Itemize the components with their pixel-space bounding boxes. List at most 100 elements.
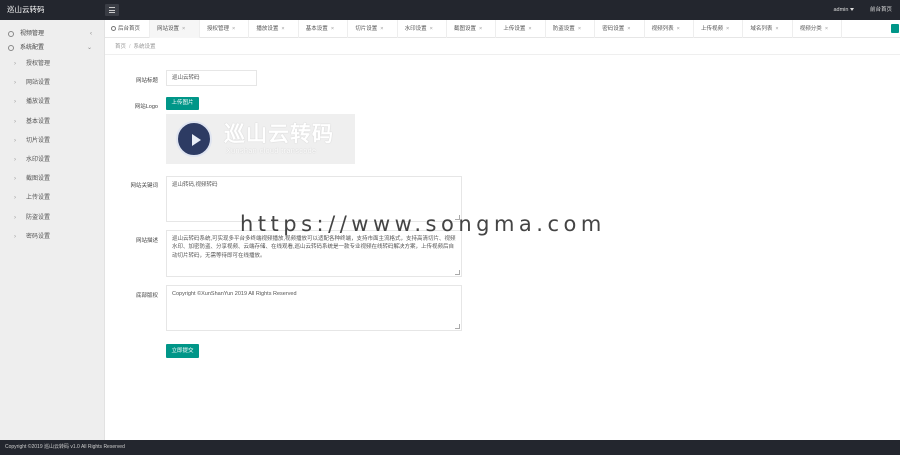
tab-label: 防盗设置 bbox=[552, 26, 575, 32]
description-textarea[interactable]: 巡山云转码系统,可实现多平台多终端视频播放,视频播放可以适配各种终端，支持市面主… bbox=[166, 230, 462, 277]
site-title-input[interactable]: 巡山云转码 bbox=[166, 70, 257, 86]
tab-domain-list[interactable]: 域名列表 × bbox=[743, 20, 793, 38]
description-label: 网站描述 bbox=[135, 238, 158, 244]
tab-auth[interactable]: 授权管理 × bbox=[200, 20, 250, 38]
keywords-label: 网站关键词 bbox=[130, 183, 158, 189]
chevron-right-icon: › bbox=[14, 99, 16, 106]
sidebar-item[interactable]: › 上传设置 bbox=[0, 189, 104, 208]
sidebar-item[interactable]: › 播放设置 bbox=[0, 93, 104, 112]
tab-home[interactable]: 后台首页 bbox=[105, 20, 150, 38]
close-icon[interactable]: × bbox=[182, 26, 185, 32]
close-icon[interactable]: × bbox=[430, 26, 433, 32]
play-icon bbox=[192, 134, 201, 146]
upload-image-button[interactable]: 上传图片 bbox=[166, 97, 199, 110]
tab-upload-video[interactable]: 上传视频 × bbox=[694, 20, 744, 38]
sidebar-item[interactable]: › 截图设置 bbox=[0, 170, 104, 189]
header-right: admin 前台首页 bbox=[833, 0, 892, 20]
breadcrumb: 首页 / 系统设置 bbox=[105, 39, 900, 55]
menu-toggle-button[interactable] bbox=[105, 4, 119, 16]
sidebar-item[interactable]: › 切片设置 bbox=[0, 132, 104, 151]
tab-label: 切片设置 bbox=[355, 26, 378, 32]
sidebar-group-label: 系统配置 bbox=[20, 45, 45, 51]
sidebar-group-video[interactable]: 视频管理 ‹ bbox=[0, 27, 104, 41]
app-logo[interactable]: 巡山云转码 bbox=[0, 0, 105, 20]
chevron-right-icon: › bbox=[14, 214, 16, 221]
tab-label: 水印设置 bbox=[404, 26, 427, 32]
site-title-label: 网站标题 bbox=[135, 78, 158, 84]
tab-bar: 后台首页 网站设置 × 授权管理 × 播放设置 × 基本设置 × 切片设置 × 水印设置 ×… bbox=[105, 20, 900, 38]
hamburger-icon bbox=[109, 12, 115, 13]
tab-video-category[interactable]: 视频分类 × bbox=[793, 20, 843, 38]
tab-label: 上传设置 bbox=[503, 26, 526, 32]
close-icon[interactable]: × bbox=[825, 26, 828, 32]
tab-label: 视频分类 bbox=[799, 26, 822, 32]
logo-emblem bbox=[176, 121, 212, 157]
tab-basic[interactable]: 基本设置 × bbox=[299, 20, 349, 38]
sidebar-item[interactable]: › 防盗设置 bbox=[0, 209, 104, 228]
tab-player[interactable]: 播放设置 × bbox=[249, 20, 299, 38]
close-icon[interactable]: × bbox=[232, 26, 235, 32]
tab-label: 授权管理 bbox=[207, 26, 230, 32]
close-icon[interactable]: × bbox=[479, 26, 482, 32]
sidebar-item[interactable]: › 网站设置 bbox=[0, 74, 104, 93]
sidebar-item[interactable]: › 授权管理 bbox=[0, 55, 104, 74]
hamburger-icon bbox=[109, 7, 115, 8]
close-icon[interactable]: × bbox=[775, 26, 778, 32]
close-icon[interactable]: × bbox=[627, 26, 630, 32]
gear-icon bbox=[8, 45, 14, 51]
breadcrumb-separator: / bbox=[129, 44, 131, 50]
tab-site-settings[interactable]: 网站设置 × bbox=[150, 20, 200, 38]
sidebar-item[interactable]: › 密码设置 bbox=[0, 228, 104, 247]
tab-watermark[interactable]: 水印设置 × bbox=[398, 20, 447, 38]
sidebar-item-label: 基本设置 bbox=[26, 118, 51, 125]
close-icon[interactable]: × bbox=[726, 26, 729, 32]
tab-options-button[interactable] bbox=[888, 20, 900, 38]
sidebar-item-label: 密码设置 bbox=[26, 233, 51, 240]
user-menu[interactable]: admin bbox=[833, 7, 855, 13]
frontend-home-link[interactable]: 前台首页 bbox=[870, 7, 892, 13]
resize-handle[interactable] bbox=[455, 270, 460, 275]
sidebar-item-label: 水印设置 bbox=[26, 156, 51, 163]
tab-label: 视频列表 bbox=[651, 26, 674, 32]
tab-screenshot[interactable]: 截图设置 × bbox=[447, 20, 497, 38]
square-icon bbox=[891, 24, 899, 33]
watermark-text: https://www.songma.com bbox=[240, 212, 606, 236]
site-logo-label: 网站Logo bbox=[134, 104, 158, 110]
close-icon[interactable]: × bbox=[281, 26, 284, 32]
sidebar-item-label: 播放设置 bbox=[26, 99, 51, 106]
breadcrumb-current: 系统设置 bbox=[133, 44, 156, 50]
logo-image-text: 巡山云转码 bbox=[224, 123, 334, 146]
close-icon[interactable]: × bbox=[380, 26, 383, 32]
sidebar-group-system[interactable]: 系统配置 ⌄ bbox=[0, 41, 104, 55]
chevron-right-icon: › bbox=[14, 176, 16, 183]
close-icon[interactable]: × bbox=[528, 26, 531, 32]
tab-label: 截图设置 bbox=[454, 26, 477, 32]
breadcrumb-home[interactable]: 首页 bbox=[115, 44, 126, 50]
sidebar-item-label: 授权管理 bbox=[26, 61, 51, 67]
sidebar-item[interactable]: › 基本设置 bbox=[0, 113, 104, 132]
tab-antileech[interactable]: 防盗设置 × bbox=[546, 20, 596, 38]
tab-slice[interactable]: 切片设置 × bbox=[348, 20, 398, 38]
video-icon bbox=[8, 31, 14, 37]
logo-image-subtext: Xunshan cloud transcode bbox=[226, 148, 317, 155]
sidebar-item-label: 防盗设置 bbox=[26, 214, 51, 221]
close-icon[interactable]: × bbox=[331, 26, 334, 32]
tab-label: 基本设置 bbox=[305, 26, 328, 32]
chevron-right-icon: › bbox=[14, 233, 16, 240]
tab-label: 播放设置 bbox=[256, 26, 279, 32]
chevron-right-icon: › bbox=[14, 61, 16, 67]
chevron-right-icon: › bbox=[14, 118, 16, 125]
close-icon[interactable]: × bbox=[677, 26, 680, 32]
tab-video-list[interactable]: 视频列表 × bbox=[645, 20, 694, 38]
submit-button[interactable]: 立即提交 bbox=[166, 344, 199, 358]
tab-upload[interactable]: 上传设置 × bbox=[496, 20, 546, 38]
tab-label: 域名列表 bbox=[750, 26, 773, 32]
copyright-textarea[interactable]: Copyright ©XunShanYun 2019 All Rights Re… bbox=[166, 285, 462, 331]
close-icon[interactable]: × bbox=[578, 26, 581, 32]
sidebar-item[interactable]: › 水印设置 bbox=[0, 151, 104, 170]
chevron-right-icon: › bbox=[14, 137, 16, 144]
tab-password[interactable]: 密码设置 × bbox=[595, 20, 645, 38]
logo-preview-image: 巡山云转码 Xunshan cloud transcode bbox=[166, 114, 355, 164]
user-name: admin bbox=[833, 7, 849, 13]
resize-handle[interactable] bbox=[455, 324, 460, 329]
